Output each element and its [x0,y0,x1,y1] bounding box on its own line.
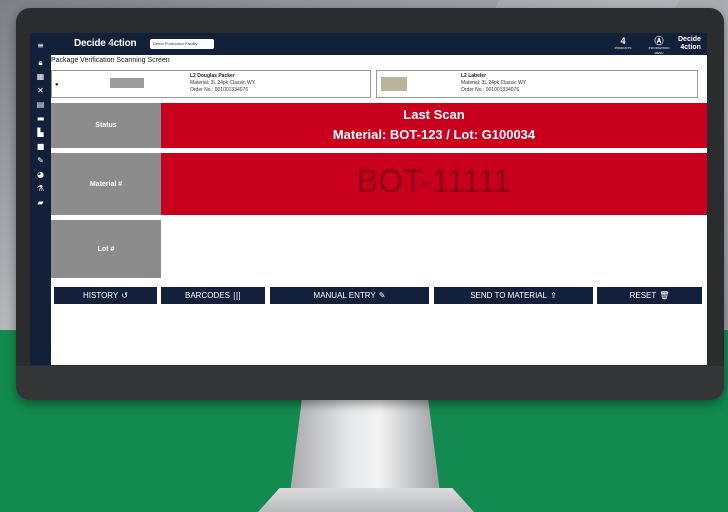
lock-icon[interactable]: 🔒︎ [35,57,46,68]
material-value: BOT-11111 [356,163,512,199]
briefcase-icon[interactable]: ▰ [35,197,46,208]
tools-icon[interactable]: ✕ [35,85,46,96]
monitor-stand [290,398,440,493]
edit-icon[interactable]: ✎ [35,155,46,166]
top-bar: Decide 4ction Demo Production Facility 4… [51,33,707,55]
last-scan-title: Last Scan [403,107,465,122]
information-menu[interactable]: Ⓐ INFORMATION MENU [645,36,673,56]
station-image [110,78,144,88]
send-to-material-button[interactable]: SEND TO MATERIAL ⇪ [434,287,593,304]
station-order: Order No.: 001001334076 [190,87,249,93]
page-title: Package Verification Scanning Screen [51,57,170,64]
share-icon: ⇪ [550,291,557,300]
history-icon: ↺ [121,291,128,300]
pencil-icon: ✎ [378,291,386,300]
lot-label: Lot # [51,220,161,278]
station-material: Material: 3L 24pk Classic WY [190,80,256,86]
sidebar: ≡ 🔒︎ ▦ ✕ ▤ ▬ ▙ ■ ✎ ◕ ⚗ ▰ [30,33,51,365]
pie-icon[interactable]: ◕ [35,169,46,180]
station-material: Material: 3L 24pk Classic WY [461,80,527,86]
last-scan-panel: Last Scan Material: BOT-123 / Lot: G1000… [161,103,707,148]
station-card[interactable]: L2 Labeler Material: 3L 24pk Classic WY … [376,70,698,98]
manual-entry-button[interactable]: MANUAL ENTRY ✎ [270,287,429,304]
station-name: L2 Labeler [461,73,487,79]
app-screen: ≡ 🔒︎ ▦ ✕ ▤ ▬ ▙ ■ ✎ ◕ ⚗ ▰ Decide 4ction D… [30,33,707,365]
barcodes-button[interactable]: BARCODES ||| [161,287,265,304]
lot-value[interactable] [161,220,707,278]
status-label: Status [51,103,161,148]
trash-icon: 🗑︎ [659,291,670,300]
info-icon: Ⓐ [654,36,664,46]
grid-icon[interactable]: ▦ [35,71,46,82]
material-panel: BOT-11111 [161,153,707,215]
card-icon[interactable]: ▬ [35,113,46,124]
last-scan-material: Material: BOT-123 / Lot: G100034 [332,127,536,142]
material-label: Material # [51,153,161,215]
factory-icon[interactable]: ▙ [35,127,46,138]
monitor-chin [16,366,724,400]
monitor-base [258,488,474,512]
box-icon[interactable]: ■ [35,141,46,152]
partner-logo: Decide 4ction [678,36,701,51]
chart-icon[interactable]: ▤ [35,99,46,110]
station-order: Order No.: 001001334076 [461,87,520,93]
station-name: L2 Douglas Packer [190,73,235,79]
barcode-icon: ||| [232,291,241,300]
station-image [381,77,407,91]
reset-button[interactable]: RESET 🗑︎ [597,287,702,304]
history-button[interactable]: HISTORY ↺ [54,287,157,304]
facility-select[interactable]: Demo Production Facility [150,39,214,49]
brand-logo[interactable]: Decide 4ction [74,38,137,49]
check-icon: ● [55,82,59,88]
station-card[interactable]: ● L2 Douglas Packer Material: 3L 24pk Cl… [51,70,371,98]
products-menu[interactable]: 4 PRODUCTS [609,36,637,51]
menu-icon[interactable]: ≡ [35,40,46,51]
flask-icon[interactable]: ⚗ [35,183,46,194]
